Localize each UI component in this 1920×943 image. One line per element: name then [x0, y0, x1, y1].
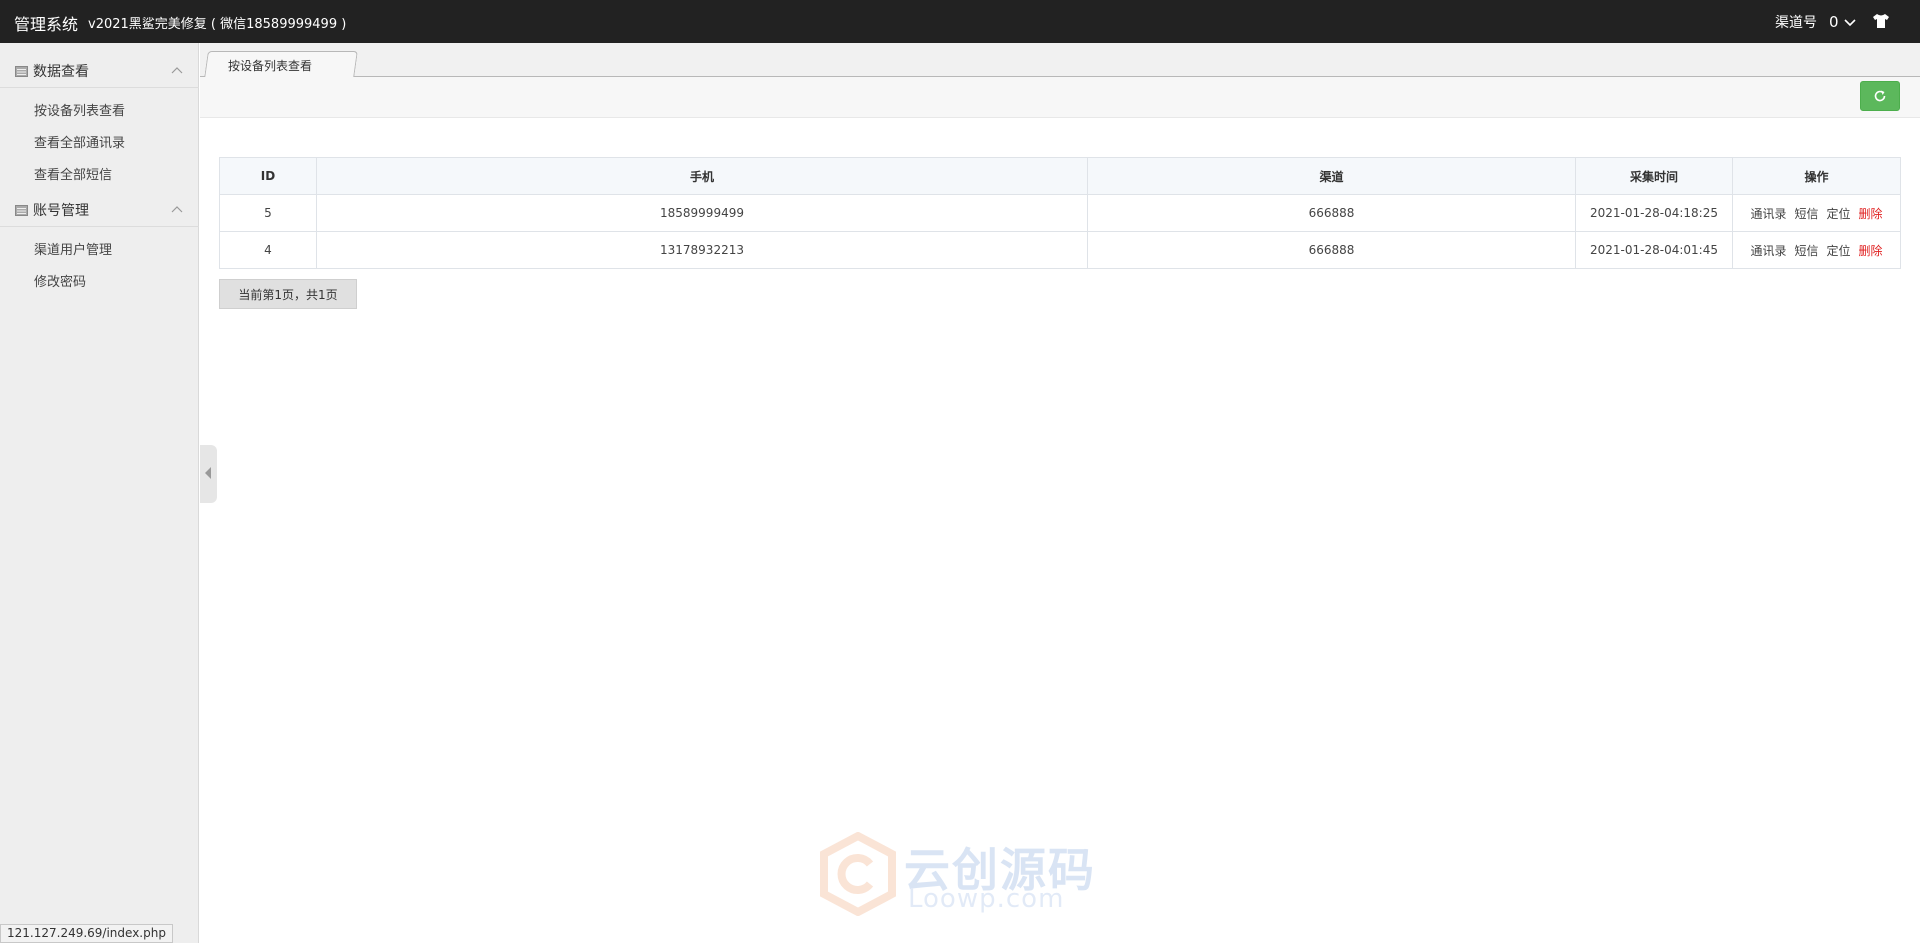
list-icon: [15, 204, 28, 216]
column-header-channel: 渠道: [1087, 157, 1576, 195]
sidebar-collapse-handle[interactable]: [200, 445, 217, 503]
channel-label: 渠道号: [1775, 15, 1817, 31]
cell-phone: 13178932213: [316, 231, 1088, 269]
cell-time: 2021-01-28-04:18:25: [1575, 194, 1733, 232]
sidebar-item-all-sms[interactable]: 查看全部短信: [34, 164, 112, 183]
tab-label: 按设备列表查看: [228, 59, 313, 73]
caret-left-icon: [205, 467, 211, 479]
watermark-logo-icon: [820, 832, 896, 916]
table-row: 5 18589999499 666888 2021-01-28-04:18:25…: [219, 194, 1901, 232]
delete-link[interactable]: 删除: [1859, 244, 1883, 258]
sidebar: 数据查看 按设备列表查看 查看全部通讯录 查看全部短信 账号管理 渠道用户管理 …: [0, 43, 199, 943]
table-header-row: ID 手机 渠道 采集时间 操作: [219, 157, 1901, 195]
sidebar-group-data-view[interactable]: 数据查看: [0, 56, 199, 86]
column-header-actions: 操作: [1732, 157, 1901, 195]
app-title: 管理系统: [14, 15, 79, 34]
channel-selector[interactable]: 渠道号 0: [1775, 12, 1857, 32]
contacts-link[interactable]: 通讯录: [1750, 207, 1786, 221]
location-link[interactable]: 定位: [1827, 244, 1851, 258]
cell-actions: 通讯录 短信 定位 删除: [1732, 194, 1901, 232]
delete-link[interactable]: 删除: [1859, 207, 1883, 221]
cell-channel: 666888: [1087, 231, 1576, 269]
sidebar-item-channel-users[interactable]: 渠道用户管理: [34, 239, 112, 258]
divider: [0, 87, 199, 88]
version-label: v2021黑鲨完美修复 ( 微信18589999499 ): [88, 17, 347, 32]
device-table: ID 手机 渠道 采集时间 操作 5 18589999499 666888 20…: [219, 157, 1901, 269]
cell-actions: 通讯录 短信 定位 删除: [1732, 231, 1901, 269]
chevron-down-icon: [1843, 19, 1856, 27]
cell-phone: 18589999499: [316, 194, 1088, 232]
sms-link[interactable]: 短信: [1794, 207, 1818, 221]
divider: [0, 226, 199, 227]
watermark-domain: Loowp.com: [908, 884, 1065, 914]
column-header-id: ID: [219, 157, 317, 195]
cell-time: 2021-01-28-04:01:45: [1575, 231, 1733, 269]
refresh-icon: [1874, 90, 1886, 102]
chevron-up-icon: [171, 67, 183, 74]
tshirt-icon[interactable]: [1872, 13, 1890, 29]
cell-id: 5: [219, 194, 317, 232]
browser-status-url: 121.127.249.69/index.php: [0, 924, 173, 943]
table-row: 4 13178932213 666888 2021-01-28-04:01:45…: [219, 231, 1901, 269]
chevron-up-icon: [171, 206, 183, 213]
column-header-phone: 手机: [316, 157, 1088, 195]
sidebar-group-title: 账号管理: [33, 203, 89, 219]
sidebar-item-device-list[interactable]: 按设备列表查看: [34, 100, 125, 119]
sidebar-group-account[interactable]: 账号管理: [0, 195, 199, 225]
column-header-time: 采集时间: [1575, 157, 1733, 195]
sidebar-item-change-password[interactable]: 修改密码: [34, 271, 86, 290]
watermark: 云创源码 Loowp.com: [818, 832, 1098, 916]
channel-value: 0: [1829, 13, 1839, 31]
contacts-link[interactable]: 通讯录: [1750, 244, 1786, 258]
sms-link[interactable]: 短信: [1794, 244, 1818, 258]
location-link[interactable]: 定位: [1827, 207, 1851, 221]
cell-channel: 666888: [1087, 194, 1576, 232]
list-icon: [15, 65, 28, 77]
sidebar-group-title: 数据查看: [33, 64, 89, 80]
sidebar-item-all-contacts[interactable]: 查看全部通讯录: [34, 132, 125, 151]
refresh-button[interactable]: [1860, 81, 1900, 111]
tab-bar: 按设备列表查看: [200, 43, 1920, 78]
cell-id: 4: [219, 231, 317, 269]
top-bar: 管理系统 v2021黑鲨完美修复 ( 微信18589999499 ) 渠道号 0: [0, 0, 1920, 43]
toolbar: [200, 77, 1920, 118]
pagination-info: 当前第1页，共1页: [219, 279, 357, 309]
